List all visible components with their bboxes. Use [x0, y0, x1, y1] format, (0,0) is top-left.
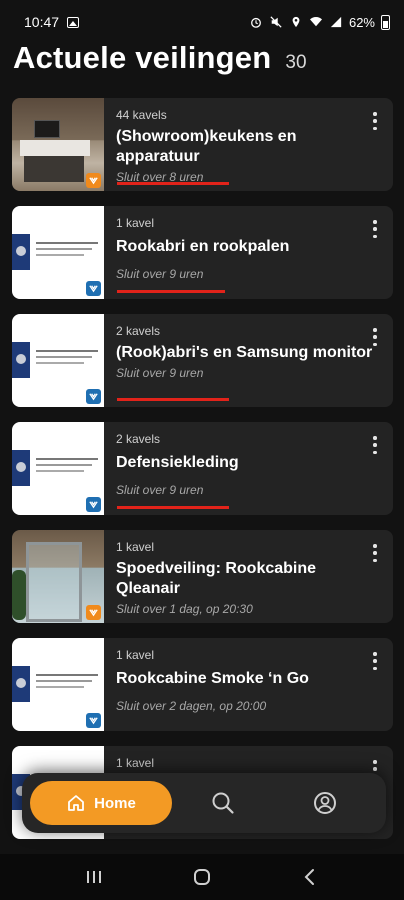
domeinen-logo: [12, 450, 30, 486]
more-options-icon[interactable]: [367, 544, 383, 562]
page-title: Actuele veilingen: [13, 40, 272, 75]
status-bar: 10:47 62%: [0, 0, 404, 44]
auction-card[interactable]: 1 kavel Spoedveiling: Rookcabine Qleanai…: [12, 530, 393, 623]
auction-title: (Rook)abri's en Samsung monitor: [116, 344, 373, 361]
signal-icon: [330, 16, 342, 28]
domeinen-logo: [12, 666, 30, 702]
home-tab-label: Home: [94, 794, 136, 812]
auction-list: 44 kavels (Showroom)keukens en apparatuu…: [12, 98, 393, 854]
auction-title: (Showroom)keukens en apparatuur: [116, 128, 297, 165]
auction-card[interactable]: 44 kavels (Showroom)keukens en apparatuu…: [12, 98, 393, 191]
auction-card[interactable]: 2 kavels Defensiekleding Sluit over 9 ur…: [12, 422, 393, 515]
auction-card[interactable]: 1 kavel Rookabri en rookpalen Sluit over…: [12, 206, 393, 299]
auction-title: Rookabri en rookpalen: [116, 238, 290, 255]
closing-time: Sluit over 9 uren: [116, 483, 204, 497]
auction-badge-icon: [86, 497, 101, 512]
auction-count: 30: [285, 52, 307, 73]
auction-thumbnail: [12, 98, 104, 191]
auction-card[interactable]: 1 kavel Rookcabine Smoke ‘n Go Sluit ove…: [12, 638, 393, 731]
auction-thumbnail: [12, 422, 104, 515]
closing-time: Sluit over 9 uren: [116, 267, 204, 281]
auction-thumbnail: [12, 530, 104, 623]
more-options-icon[interactable]: [367, 328, 383, 346]
auction-thumbnail: [12, 314, 104, 407]
closing-soon-indicator: [117, 506, 229, 509]
closing-time: Sluit over 2 dagen, op 20:00: [116, 699, 267, 713]
system-navigation-bar: [0, 854, 404, 900]
location-icon: [292, 16, 300, 28]
lot-count: 44 kavels: [116, 108, 167, 122]
back-icon[interactable]: [298, 865, 322, 889]
auction-badge-icon: [86, 605, 101, 620]
auction-badge-icon: [86, 173, 101, 188]
auction-card[interactable]: 2 kavels (Rook)abri's en Samsung monitor…: [12, 314, 393, 407]
page-header: Actuele veilingen 30: [13, 40, 307, 76]
home-icon: [68, 795, 85, 811]
closing-soon-indicator: [117, 398, 229, 401]
wifi-icon: [309, 16, 322, 27]
domeinen-logo: [12, 342, 30, 378]
closing-time: Sluit over 9 uren: [116, 366, 204, 380]
home-system-icon[interactable]: [190, 865, 214, 889]
auction-badge-icon: [86, 389, 101, 404]
auction-thumbnail: [12, 638, 104, 731]
status-time: 10:47: [24, 14, 60, 30]
account-icon[interactable]: [312, 790, 338, 816]
home-tab[interactable]: Home: [30, 781, 172, 825]
auction-title: Spoedveiling: Rookcabine Qleanair: [116, 560, 317, 597]
lot-count: 1 kavel: [116, 756, 155, 770]
more-options-icon[interactable]: [367, 220, 383, 238]
auction-thumbnail: [12, 206, 104, 299]
lot-count: 1 kavel: [116, 216, 155, 230]
auction-title: Defensiekleding: [116, 454, 239, 471]
more-options-icon[interactable]: [367, 436, 383, 454]
lot-count: 1 kavel: [116, 540, 155, 554]
more-options-icon[interactable]: [367, 652, 383, 670]
closing-soon-indicator: [117, 290, 225, 293]
closing-soon-indicator: [117, 182, 229, 185]
recent-apps-icon[interactable]: [82, 865, 106, 889]
battery-icon: [381, 14, 390, 30]
auction-badge-icon: [86, 713, 101, 728]
closing-time: Sluit over 1 dag, op 20:30: [116, 602, 253, 616]
mute-icon: [270, 16, 282, 28]
lot-count: 2 kavels: [116, 324, 161, 338]
auction-badge-icon: [86, 281, 101, 296]
auction-title: Rookcabine Smoke ‘n Go: [116, 670, 309, 687]
domeinen-logo: [12, 234, 30, 270]
more-options-icon[interactable]: [367, 112, 383, 130]
battery-percent: 62%: [348, 14, 375, 30]
lot-count: 2 kavels: [116, 432, 161, 446]
gallery-notification-icon: [67, 16, 80, 28]
search-icon[interactable]: [210, 790, 236, 816]
lot-count: 1 kavel: [116, 648, 155, 662]
alarm-icon: [251, 17, 261, 28]
bottom-navigation: Home: [22, 773, 386, 833]
